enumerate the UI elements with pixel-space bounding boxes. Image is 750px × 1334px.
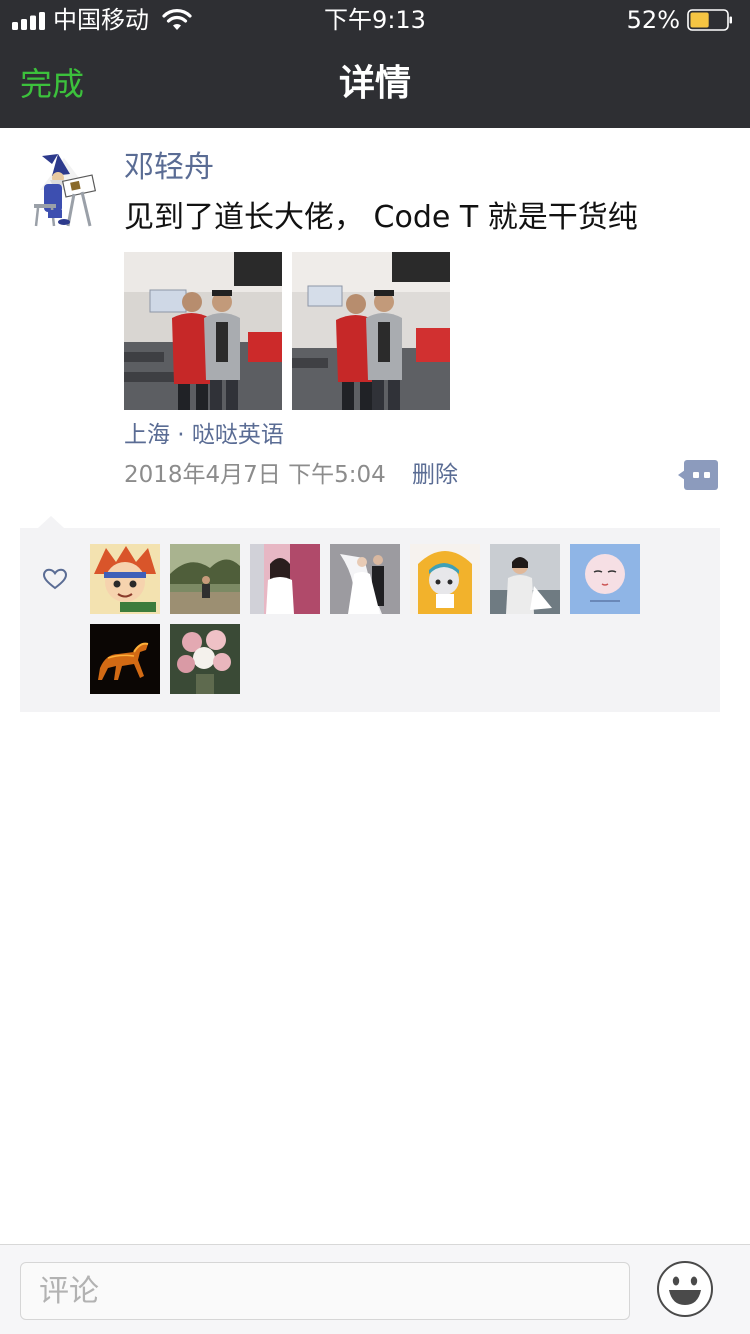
post-timestamp: 2018年4月7日 下午5:04 (124, 462, 386, 488)
comment-input[interactable] (20, 1262, 630, 1320)
author-name[interactable]: 邓轻舟 (124, 148, 214, 188)
liker-avatar[interactable] (410, 544, 480, 614)
liker-avatar[interactable] (570, 544, 640, 614)
liker-avatar[interactable] (490, 544, 560, 614)
battery-percent: 52% (626, 6, 680, 34)
liker-avatar[interactable] (90, 544, 160, 614)
comment-more-icon (678, 460, 718, 490)
liker-avatar[interactable] (330, 544, 400, 614)
post-photo[interactable] (292, 252, 450, 410)
emoji-button[interactable] (656, 1260, 714, 1318)
top-bar: 中国移动 下午9:13 52% 完成 详情 (0, 0, 750, 128)
post-photo[interactable] (124, 252, 282, 410)
liker-avatar[interactable] (250, 544, 320, 614)
likes-pointer (38, 516, 64, 528)
page-title: 详情 (338, 63, 411, 104)
post-location[interactable]: 上海 · 哒哒英语 (124, 418, 284, 452)
delete-button[interactable]: 删除 (412, 458, 458, 492)
comment-bar (0, 1244, 750, 1334)
liker-avatar[interactable] (170, 544, 240, 614)
liker-avatar[interactable] (90, 624, 160, 694)
liker-avatar[interactable] (170, 624, 240, 694)
status-bar: 中国移动 下午9:13 52% (0, 0, 750, 40)
author-avatar[interactable] (24, 150, 100, 228)
comment-more-button[interactable] (678, 460, 718, 490)
post-text: 见到了道长大佬， Code T 就是干货纯 (124, 200, 638, 235)
heart-icon (42, 568, 68, 590)
battery-icon (687, 9, 732, 31)
emoji-icon (657, 1261, 713, 1317)
